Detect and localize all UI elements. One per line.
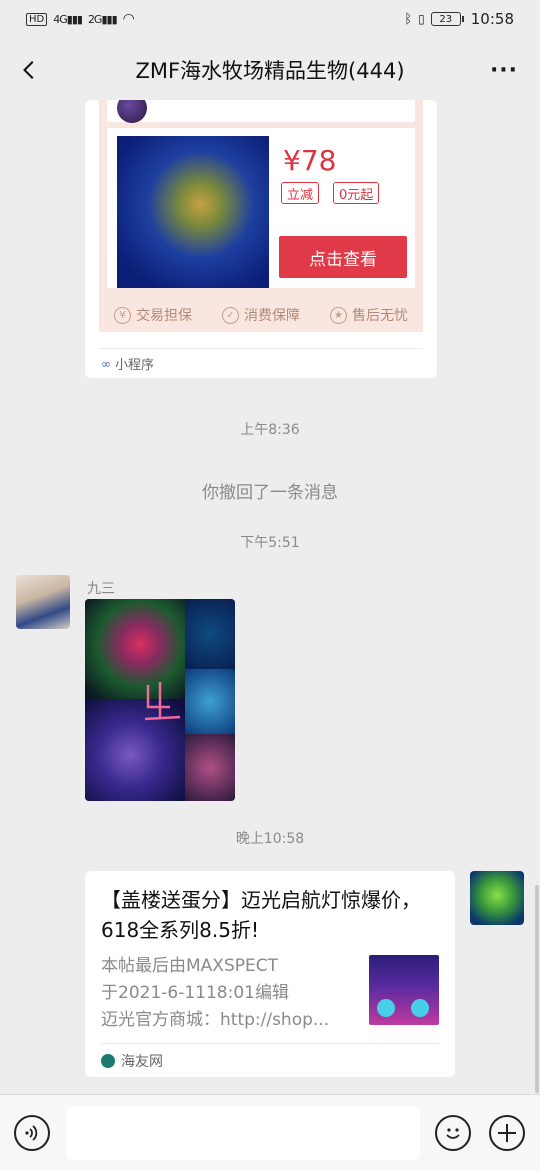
timestamp: 晚上10:58: [235, 831, 305, 847]
coral-photo-tile: [185, 669, 235, 734]
mini-program-card[interactable]: ¥78 立减 0元起 点击查看 ¥ 交易担保 ✓ 消费保障 ★ 售后无忧 ∞ 小程序: [85, 100, 437, 378]
signal-icon: 4G▮▮▮: [53, 12, 83, 26]
more-icon: ···: [489, 57, 519, 83]
mini-program-icon: ∞: [101, 356, 111, 371]
status-right: ᛒ ▯ 23 10:58: [404, 10, 514, 28]
view-button[interactable]: 点击查看: [279, 236, 407, 278]
link-source: 海友网: [101, 1051, 163, 1071]
input-bar: [0, 1094, 540, 1170]
shield-icon: ¥: [114, 306, 131, 324]
hd-icon: HD: [26, 12, 48, 26]
status-left: HD 4G▮▮▮ 2G▮▮▮ ◠: [26, 11, 135, 27]
timestamp: 下午5:51: [240, 535, 300, 551]
link-title: 【盖楼送蛋分】迈光启航灯惊爆价，618全系列8.5折!: [101, 888, 421, 942]
source-icon: [101, 1054, 115, 1068]
recall-notice: 你撤回了一条消息: [202, 483, 338, 503]
product-price: ¥78: [283, 144, 337, 177]
voice-button[interactable]: [14, 1115, 50, 1151]
voice-icon: [25, 1125, 38, 1141]
divider: [101, 1043, 441, 1044]
link-card-message[interactable]: 【盖楼送蛋分】迈光启航灯惊爆价，618全系列8.5折! 本帖最后由MAXSPEC…: [85, 871, 455, 1077]
wifi-icon: ◠: [122, 11, 135, 27]
shop-avatar: [117, 100, 147, 123]
plus-button[interactable]: [489, 1115, 525, 1151]
more-button[interactable]: ···: [486, 56, 522, 84]
smiley-icon: [446, 1128, 460, 1139]
status-bar: HD 4G▮▮▮ 2G▮▮▮ ◠ ᛒ ▯ 23 10:58: [0, 0, 540, 38]
link-thumbnail: [369, 955, 439, 1025]
sender-avatar[interactable]: [16, 575, 70, 629]
coral-photo-tile: [185, 734, 235, 801]
clock: 10:58: [470, 10, 514, 28]
signal-icon-2: 2G▮▮▮: [87, 12, 118, 26]
bluetooth-icon: ᛒ: [404, 11, 413, 27]
back-button[interactable]: [14, 54, 46, 86]
mini-program-top-strip: [107, 100, 415, 123]
discount-tag: 立减: [281, 182, 320, 204]
thumbs-up-icon: ★: [330, 306, 347, 324]
message-input[interactable]: [66, 1106, 420, 1160]
product-panel: ¥78 立减 0元起 点击查看: [107, 128, 415, 288]
thumbnail-shape: [411, 999, 429, 1017]
emoji-button[interactable]: [435, 1115, 471, 1151]
vibrate-icon: ▯: [418, 12, 425, 26]
guarantee-item: ¥ 交易担保: [114, 305, 192, 325]
image-message[interactable]: [85, 599, 235, 801]
sender-name: 九三: [87, 581, 115, 597]
mini-program-footer: ∞ 小程序: [101, 356, 155, 374]
timestamp: 上午8:36: [240, 422, 300, 438]
chat-header: ZMF海水牧场精品生物(444) ···: [0, 38, 540, 102]
coral-photo-tile: [185, 599, 235, 669]
badge-icon: ✓: [222, 306, 239, 324]
thumbnail-shape: [377, 999, 395, 1017]
guarantee-row: ¥ 交易担保 ✓ 消费保障 ★ 售后无忧: [99, 298, 423, 332]
zero-start-tag: 0元起: [333, 182, 380, 204]
guarantee-item: ★ 售后无忧: [330, 305, 408, 325]
handwriting-mark: [144, 682, 181, 721]
chat-title: ZMF海水牧场精品生物(444): [135, 59, 405, 83]
mini-program-preview: ¥78 立减 0元起 点击查看 ¥ 交易担保 ✓ 消费保障 ★ 售后无忧: [99, 100, 423, 332]
my-avatar[interactable]: [470, 871, 524, 925]
plus-icon: [498, 1124, 516, 1142]
guarantee-item: ✓ 消费保障: [222, 305, 300, 325]
chevron-left-icon: [23, 61, 34, 79]
battery-icon: 23: [430, 12, 464, 26]
product-photo: [117, 136, 269, 288]
divider: [99, 348, 423, 349]
scrollbar[interactable]: [535, 885, 539, 1093]
link-description: 本帖最后由MAXSPECT 于2021-6-1118:01编辑 迈光官方商城：h…: [101, 956, 330, 1030]
